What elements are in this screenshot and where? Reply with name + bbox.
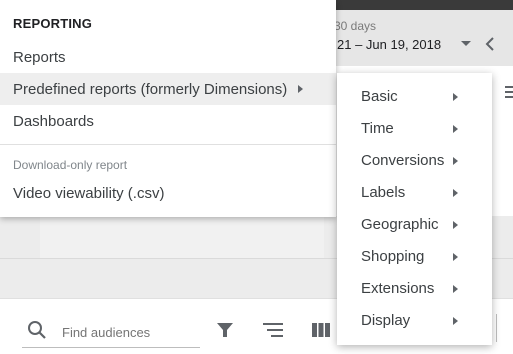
submenu-item-label: Labels [361, 184, 406, 201]
chevron-left-icon[interactable] [483, 36, 497, 52]
submenu-item-geographic[interactable]: Geographic [337, 209, 492, 241]
submenu-item-extensions[interactable]: Extensions [337, 273, 492, 305]
submenu-item-conversions[interactable]: Conversions [337, 145, 492, 177]
chevron-right-icon [453, 221, 458, 229]
menu-item-label: Video viewability (.csv) [13, 184, 165, 202]
menu-item-predefined-reports[interactable]: Predefined reports (formerly Dimensions) [0, 73, 336, 105]
sort-icon[interactable] [263, 322, 283, 338]
submenu-item-label: Extensions [361, 280, 435, 297]
content-panel [40, 216, 324, 258]
submenu-item-label: Time [361, 120, 394, 137]
menu-lines-icon[interactable] [505, 85, 513, 99]
chevron-right-icon [453, 125, 458, 133]
menu-item-video-viewability[interactable]: Video viewability (.csv) [0, 177, 336, 209]
submenu-item-label: Conversions [361, 152, 445, 169]
predefined-reports-submenu: Basic Time Conversions Labels Geographic… [337, 73, 492, 345]
submenu-item-label: Display [361, 312, 411, 329]
date-range-value[interactable]: 21 – Jun 19, 2018 [337, 37, 441, 52]
submenu-item-label: Geographic [361, 216, 439, 233]
chevron-right-icon [298, 85, 304, 93]
toolbar-divider [496, 314, 497, 342]
submenu-item-basic[interactable]: Basic [337, 81, 492, 113]
menu-item-label: Dashboards [13, 112, 94, 130]
filter-icon[interactable] [216, 321, 234, 339]
download-only-heading: Download-only report [13, 158, 128, 172]
menu-item-reports[interactable]: Reports [0, 41, 336, 73]
submenu-item-display[interactable]: Display [337, 305, 492, 337]
menu-item-label: Reports [13, 48, 66, 66]
submenu-item-label: Basic [361, 88, 398, 105]
submenu-item-shopping[interactable]: Shopping [337, 241, 492, 273]
find-audiences-input[interactable] [62, 322, 200, 342]
menu-item-dashboards[interactable]: Dashboards [0, 105, 336, 137]
search-icon [28, 321, 46, 339]
chevron-right-icon [453, 253, 458, 261]
menu-divider [0, 144, 336, 145]
chevron-right-icon [453, 189, 458, 197]
chevron-right-icon [453, 157, 458, 165]
chevron-right-icon [453, 93, 458, 101]
reporting-heading: REPORTING [13, 16, 93, 31]
date-range-label: 30 days [334, 19, 377, 33]
columns-icon[interactable] [312, 322, 330, 338]
date-range-dropdown-icon[interactable] [461, 41, 471, 46]
submenu-item-labels[interactable]: Labels [337, 177, 492, 209]
reporting-menu: REPORTING Reports Predefined reports (fo… [0, 0, 336, 217]
search-underline [22, 347, 200, 348]
submenu-item-label: Shopping [361, 248, 425, 265]
chevron-right-icon [453, 317, 458, 325]
submenu-item-time[interactable]: Time [337, 113, 492, 145]
menu-item-label: Predefined reports (formerly Dimensions) [13, 80, 288, 98]
chevron-right-icon [453, 285, 458, 293]
